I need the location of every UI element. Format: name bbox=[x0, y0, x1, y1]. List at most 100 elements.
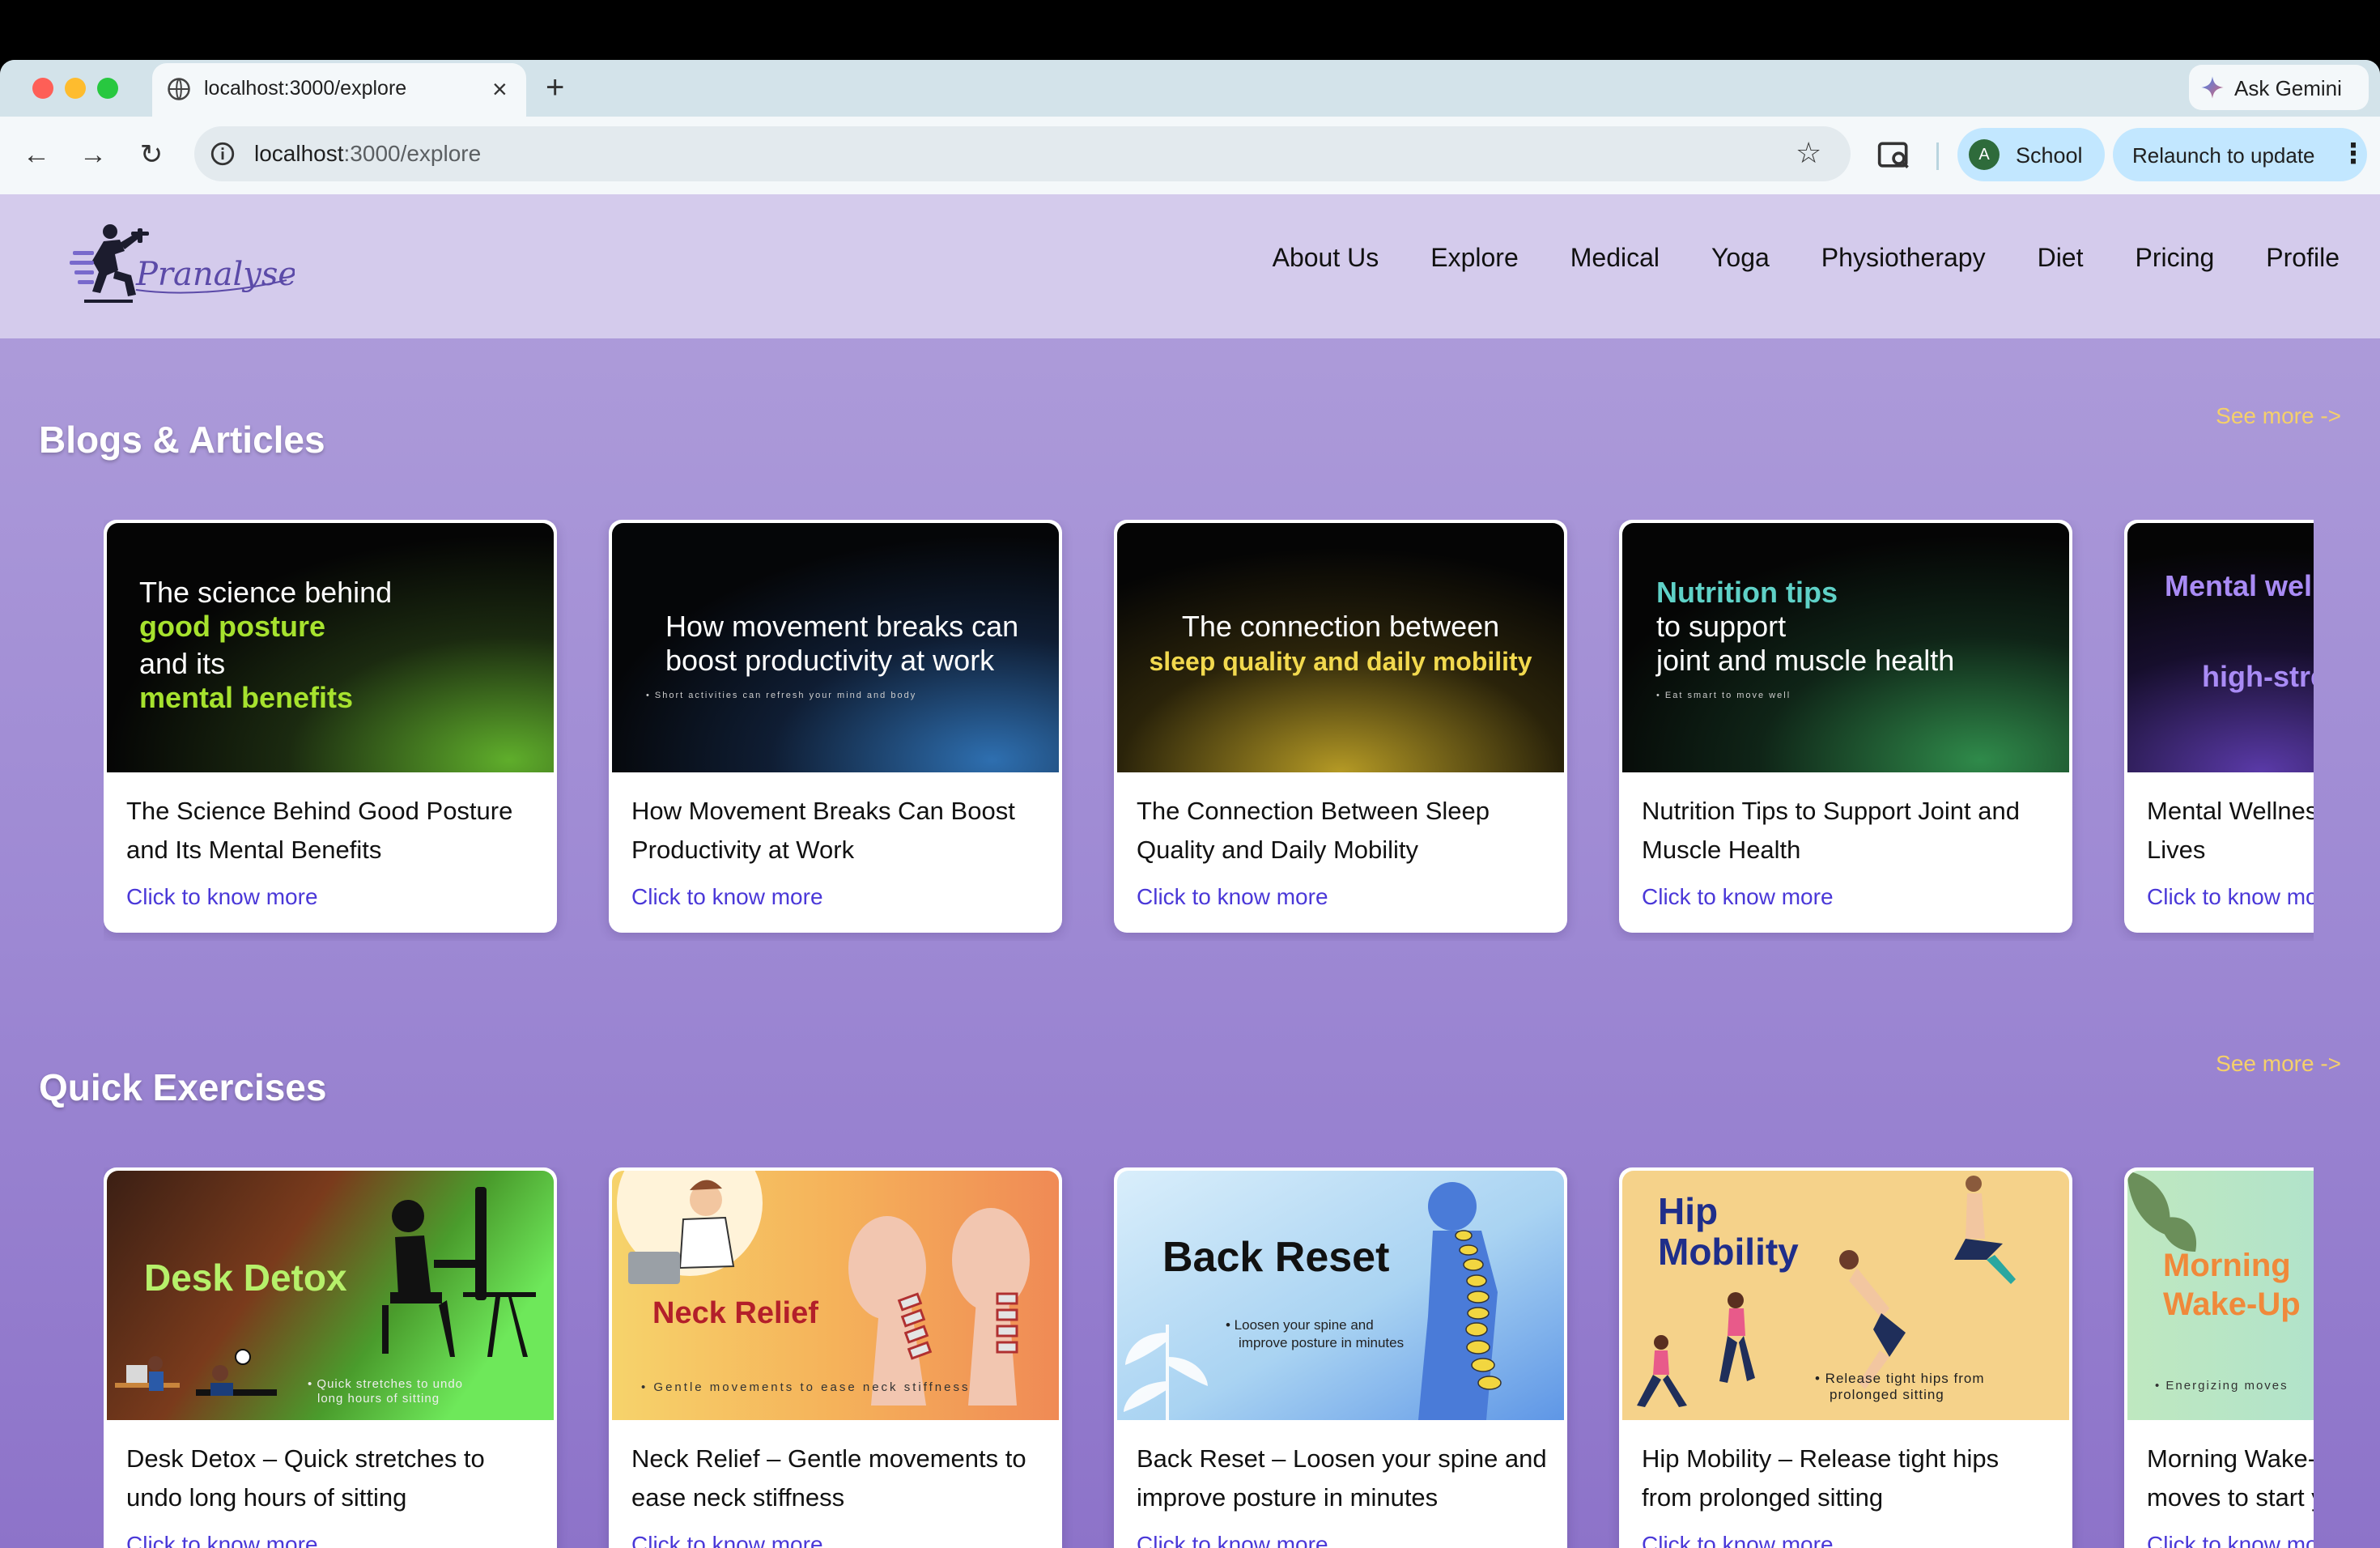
exercise-image-title: Mobility bbox=[1658, 1231, 1799, 1273]
url-host: localhost bbox=[254, 141, 344, 166]
address-bar[interactable]: localhost:3000/explore ☆ bbox=[194, 126, 1851, 181]
exercise-card-image: Neck Relief • Gentle movements to ease n… bbox=[612, 1171, 1059, 1420]
blog-card[interactable]: The connection between sleep quality and… bbox=[1114, 520, 1567, 933]
blog-image-line: How movement breaks can bbox=[665, 610, 1018, 643]
close-window-button[interactable] bbox=[32, 78, 53, 99]
nav-yoga[interactable]: Yoga bbox=[1711, 243, 1770, 273]
nav-physiotherapy[interactable]: Physiotherapy bbox=[1821, 243, 1986, 273]
exercise-image-subtext: • Quick stretches to undo bbox=[308, 1377, 463, 1391]
exercise-image-subtext: • Release tight hips from bbox=[1815, 1371, 1985, 1386]
nav-diet[interactable]: Diet bbox=[2038, 243, 2084, 273]
blog-image-line: boost productivity at work bbox=[665, 644, 995, 677]
exercise-card-link[interactable]: Click to know more bbox=[1642, 1532, 1834, 1548]
gemini-sparkle-icon bbox=[2201, 76, 2224, 99]
blog-image-highlight: good posture bbox=[139, 610, 325, 643]
blog-card-image: How movement breaks can boost productivi… bbox=[612, 523, 1059, 772]
bookmark-star-icon[interactable]: ☆ bbox=[1796, 136, 1821, 170]
blog-card[interactable]: Nutrition tips to support joint and musc… bbox=[1619, 520, 2072, 933]
blog-card[interactable]: How movement breaks can boost productivi… bbox=[609, 520, 1062, 933]
back-arrow-icon[interactable]: ← bbox=[16, 134, 57, 175]
toolbar-divider bbox=[1936, 142, 1939, 170]
exercise-image-subtext: improve posture in minutes bbox=[1239, 1335, 1404, 1350]
relaunch-label: Relaunch to update bbox=[2132, 143, 2315, 168]
exercise-image-title: Back Reset bbox=[1162, 1234, 1389, 1281]
exercise-card-link[interactable]: Click to know more bbox=[631, 1532, 823, 1548]
relaunch-button[interactable]: Relaunch to update ⋮ bbox=[2113, 128, 2367, 181]
exercise-image-title: Desk Detox bbox=[144, 1257, 347, 1299]
exercise-card[interactable]: Neck Relief • Gentle movements to ease n… bbox=[609, 1167, 1062, 1548]
profile-button[interactable]: A School bbox=[1957, 128, 2105, 181]
blog-image-line: The science behind bbox=[139, 576, 392, 609]
nav-pricing[interactable]: Pricing bbox=[2135, 243, 2214, 273]
exercise-card[interactable]: Back Reset • Loosen your spine and impro… bbox=[1114, 1167, 1567, 1548]
blog-card[interactable]: The science behind good posture and its … bbox=[104, 520, 557, 933]
exercise-card[interactable]: Desk Detox • Quick stretches to undo lon… bbox=[104, 1167, 557, 1548]
blog-image-highlight: sleep quality and daily mobility bbox=[1150, 647, 1532, 676]
url-path: :3000/explore bbox=[343, 141, 482, 166]
blog-card-title: Mental Wellness in High-Stress Lives bbox=[2147, 797, 2314, 864]
nav-medical[interactable]: Medical bbox=[1570, 243, 1660, 273]
exercise-card-title: Neck Relief – Gentle movements to ease n… bbox=[631, 1444, 1026, 1512]
site-header: Pranalyse About Us Explore Medical Yoga … bbox=[0, 194, 2380, 338]
blogs-see-more-link[interactable]: See more -> bbox=[2216, 403, 2341, 429]
exercise-card-image: Morning Wake-Up • Energizing moves bbox=[2127, 1171, 2314, 1420]
blog-card-link[interactable]: Click to know more bbox=[126, 884, 318, 910]
browser-tab[interactable]: localhost:3000/explore × bbox=[152, 63, 526, 117]
maximize-window-button[interactable] bbox=[97, 78, 118, 99]
web-page: Pranalyse About Us Explore Medical Yoga … bbox=[0, 194, 2380, 1548]
exercise-image-subtext: • Gentle movements to ease neck stiffnes… bbox=[641, 1380, 970, 1394]
tab-strip: localhost:3000/explore × + Ask Gemini bbox=[0, 60, 2380, 117]
exercise-image-subtext: prolonged sitting bbox=[1830, 1387, 1944, 1402]
exercise-image-subtext: long hours of sitting bbox=[317, 1392, 440, 1406]
exercise-card-link[interactable]: Click to know more bbox=[126, 1532, 318, 1548]
blog-card[interactable]: Mental wellness high-stress Mental Welln… bbox=[2124, 520, 2314, 933]
site-info-icon[interactable] bbox=[209, 140, 236, 168]
blog-card-title: How Movement Breaks Can Boost Productivi… bbox=[631, 797, 1015, 864]
close-tab-icon[interactable]: × bbox=[492, 73, 508, 105]
blog-card-image: Nutrition tips to support joint and musc… bbox=[1622, 523, 2069, 772]
blog-image-highlight: Nutrition tips bbox=[1656, 576, 1838, 609]
blog-card-title: The Science Behind Good Posture and Its … bbox=[126, 797, 513, 864]
exercise-card-title: Desk Detox – Quick stretches to undo lon… bbox=[126, 1444, 485, 1512]
exercise-card-link[interactable]: Click to know more bbox=[2147, 1532, 2314, 1548]
blog-card-link[interactable]: Click to know more bbox=[1642, 884, 1834, 910]
blog-card-link[interactable]: Click to know more bbox=[2147, 884, 2314, 910]
exercise-image-title: Hip bbox=[1658, 1190, 1718, 1232]
forward-arrow-icon[interactable]: → bbox=[73, 134, 113, 175]
screen-top-bar bbox=[0, 0, 2380, 60]
blog-image-line: to support bbox=[1656, 610, 1786, 643]
nav-profile[interactable]: Profile bbox=[2266, 243, 2340, 273]
blog-image-line: joint and muscle health bbox=[1655, 644, 1954, 677]
blog-image-highlight: high-stress bbox=[2202, 660, 2314, 693]
exercise-image-title: Neck Relief bbox=[652, 1296, 818, 1330]
pranalyse-logo[interactable]: Pranalyse bbox=[68, 219, 295, 316]
url-text: localhost:3000/explore bbox=[254, 141, 481, 167]
exercises-section-title: Quick Exercises bbox=[39, 1066, 327, 1108]
exercise-card[interactable]: Morning Wake-Up • Energizing moves Morni… bbox=[2124, 1167, 2314, 1548]
nav-explore[interactable]: Explore bbox=[1430, 243, 1519, 273]
blog-card-title: The Connection Between Sleep Quality and… bbox=[1137, 797, 1490, 864]
reload-icon[interactable]: ↻ bbox=[131, 134, 172, 175]
new-tab-button[interactable]: + bbox=[546, 70, 564, 105]
blog-image-subtext: • Eat smart to move well bbox=[1656, 691, 1791, 700]
exercises-carousel: Desk Detox • Quick stretches to undo lon… bbox=[104, 1167, 2314, 1548]
exercise-card-image: Back Reset • Loosen your spine and impro… bbox=[1117, 1171, 1564, 1420]
browser-window: localhost:3000/explore × + Ask Gemini ← … bbox=[0, 60, 2380, 1548]
exercise-card-link[interactable]: Click to know more bbox=[1137, 1532, 1328, 1548]
main-nav: About Us Explore Medical Yoga Physiother… bbox=[1273, 243, 2340, 273]
blogs-section-title: Blogs & Articles bbox=[39, 419, 325, 461]
tab-search-icon[interactable] bbox=[1876, 138, 1912, 173]
blog-card-link[interactable]: Click to know more bbox=[1137, 884, 1328, 910]
menu-dots-icon[interactable]: ⋮ bbox=[2340, 138, 2367, 170]
blog-card-link[interactable]: Click to know more bbox=[631, 884, 823, 910]
exercise-card-image: Desk Detox • Quick stretches to undo lon… bbox=[107, 1171, 554, 1420]
avatar: A bbox=[1969, 139, 2000, 170]
profile-label: School bbox=[2016, 143, 2083, 168]
exercises-see-more-link[interactable]: See more -> bbox=[2216, 1051, 2341, 1077]
exercise-card-title: Hip Mobility – Release tight hips from p… bbox=[1642, 1444, 2000, 1512]
exercise-card[interactable]: Hip Mobility • Release tight hips from p… bbox=[1619, 1167, 2072, 1548]
nav-about-us[interactable]: About Us bbox=[1273, 243, 1379, 273]
exercise-card-title: Back Reset – Loosen your spine and impro… bbox=[1137, 1444, 1547, 1512]
ask-gemini-button[interactable]: Ask Gemini bbox=[2189, 65, 2369, 110]
minimize-window-button[interactable] bbox=[65, 78, 86, 99]
